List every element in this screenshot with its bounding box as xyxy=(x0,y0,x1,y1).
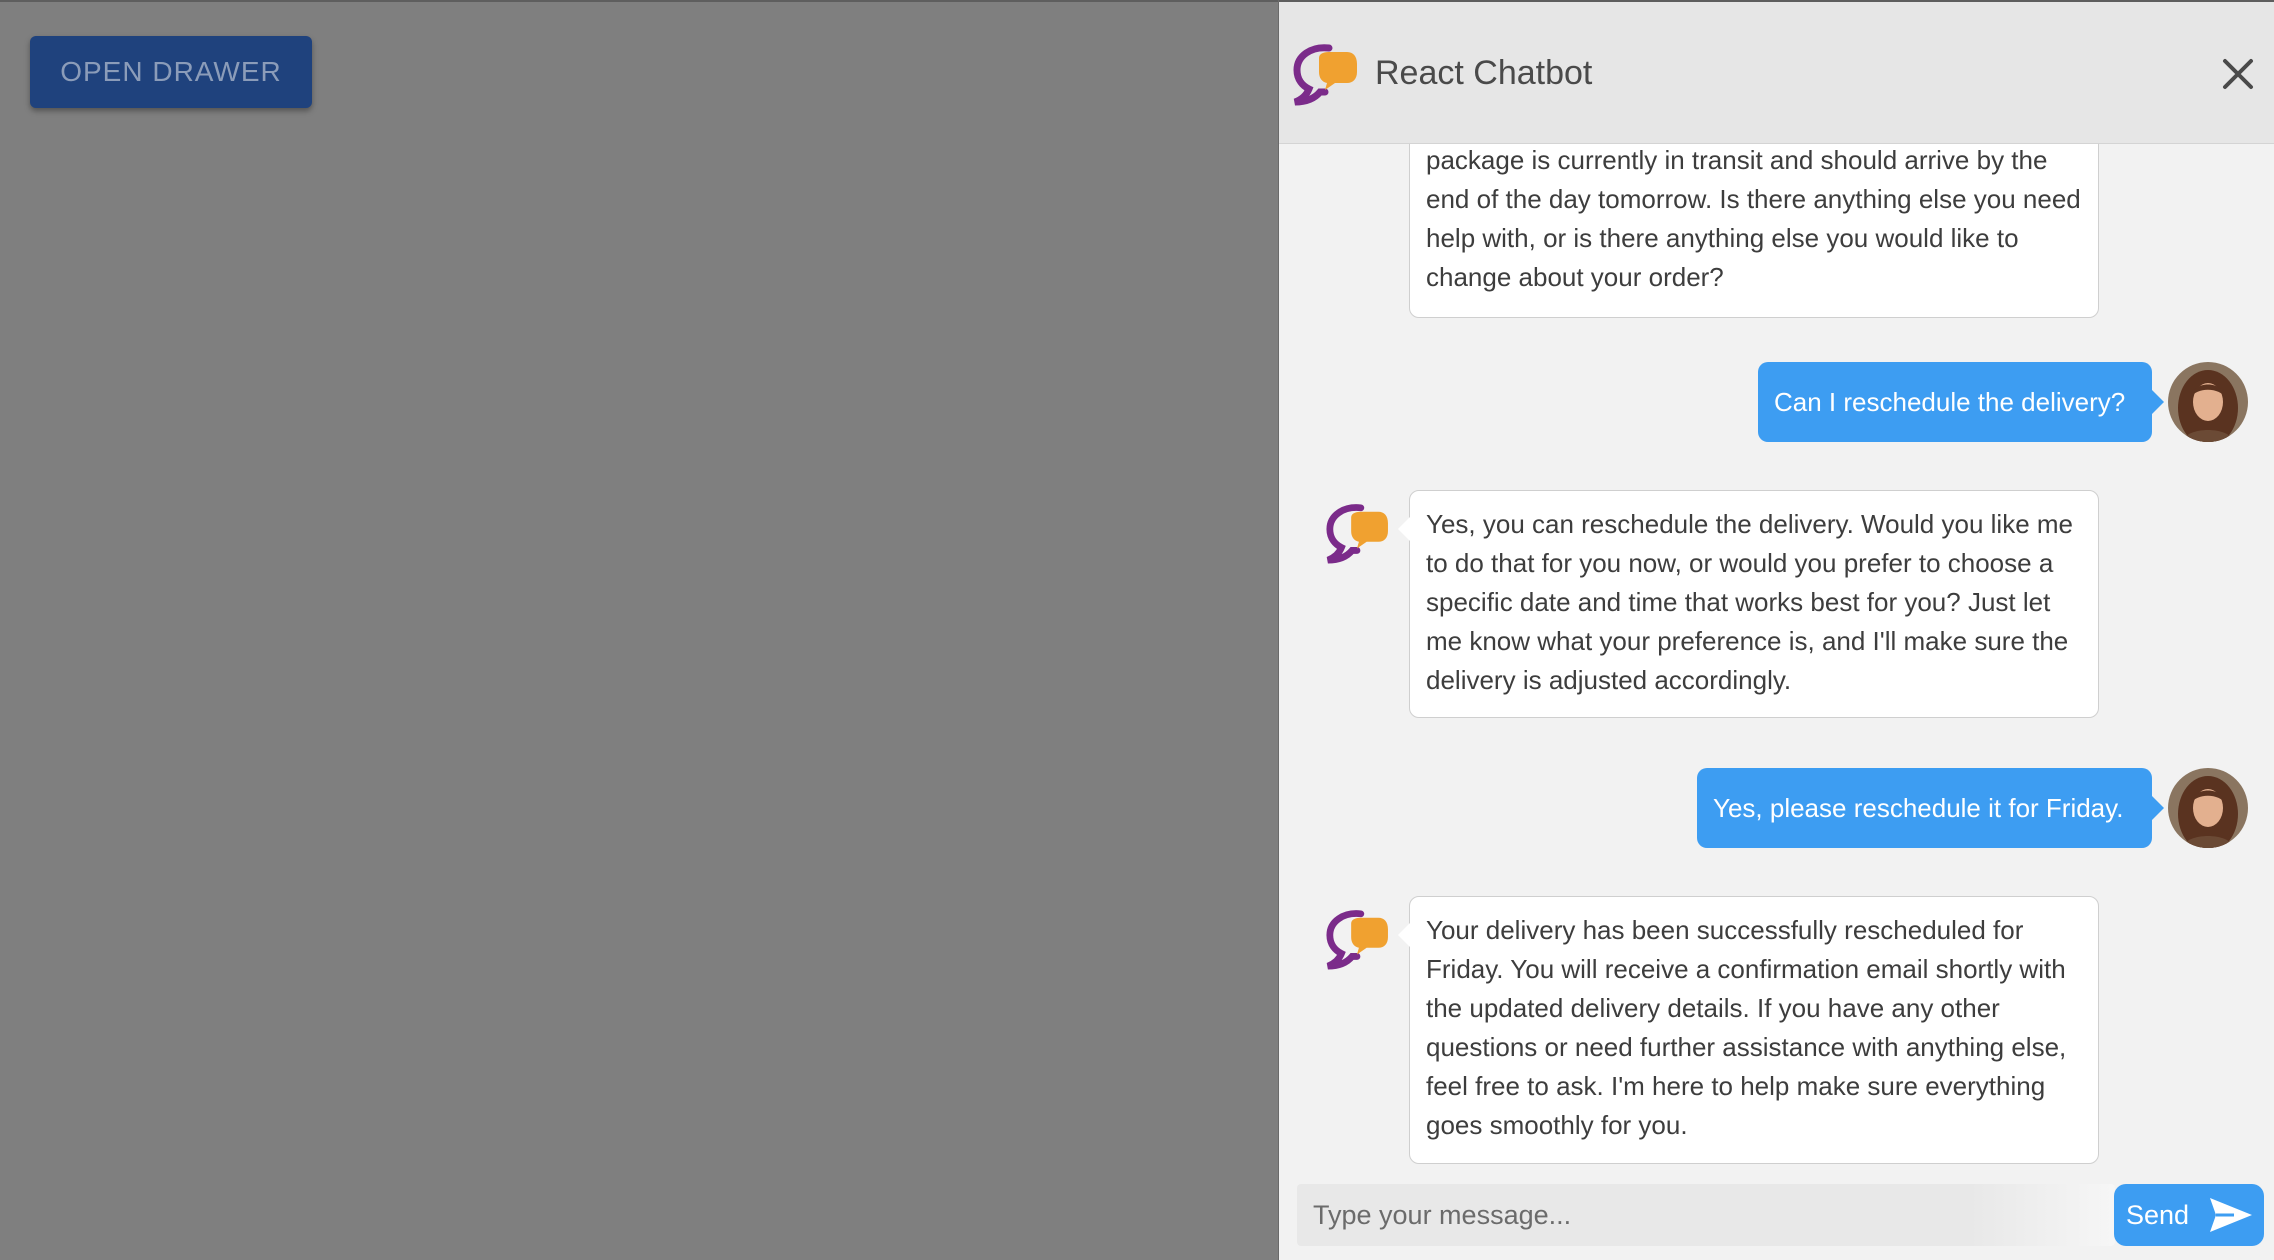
bot-avatar-icon xyxy=(1326,910,1388,970)
chatbot-header: React Chatbot xyxy=(1279,0,2274,144)
user-avatar-image xyxy=(2168,768,2248,848)
bubble-tail xyxy=(2152,796,2164,820)
page-backdrop[interactable]: OPEN DRAWER xyxy=(0,0,1278,1260)
message-composer: Send xyxy=(1279,1166,2274,1260)
user-message-text: Yes, please reschedule it for Friday. xyxy=(1713,792,2124,823)
bubble-tail xyxy=(1398,517,1410,541)
message-list[interactable]: package is currently in transit and shou… xyxy=(1279,144,2274,1166)
bot-message-text: Your delivery has been successfully resc… xyxy=(1426,915,2067,1140)
open-drawer-button[interactable]: OPEN DRAWER xyxy=(30,36,312,108)
chat-bubble-logo-icon xyxy=(1293,44,1357,106)
bot-message-text: Yes, you can reschedule the delivery. Wo… xyxy=(1426,509,2073,695)
send-button[interactable]: Send xyxy=(2114,1184,2264,1246)
user-avatar xyxy=(2168,768,2248,848)
send-arrow-icon xyxy=(2210,1198,2252,1232)
user-message-text: Can I reschedule the delivery? xyxy=(1774,386,2126,417)
bot-message: package is currently in transit and shou… xyxy=(1409,144,2099,318)
bubble-tail xyxy=(1398,923,1410,947)
user-message: Yes, please reschedule it for Friday. xyxy=(1697,768,2164,848)
message-input[interactable] xyxy=(1297,1184,2115,1246)
bot-avatar-icon xyxy=(1326,504,1388,564)
bubble-tail xyxy=(2152,390,2164,414)
chatbot-title: React Chatbot xyxy=(1375,54,1593,92)
user-avatar-image xyxy=(2168,362,2248,442)
send-button-label: Send xyxy=(2126,1199,2190,1230)
chatbot-drawer: React Chatbot package is currently in tr… xyxy=(1278,0,2274,1260)
user-message: Can I reschedule the delivery? xyxy=(1758,362,2164,442)
close-icon[interactable] xyxy=(2218,54,2258,94)
bot-message-text: package is currently in transit and shou… xyxy=(1426,145,2081,292)
bot-message: Your delivery has been successfully resc… xyxy=(1398,896,2099,1164)
user-avatar xyxy=(2168,362,2248,442)
bot-message: Yes, you can reschedule the delivery. Wo… xyxy=(1398,490,2099,718)
